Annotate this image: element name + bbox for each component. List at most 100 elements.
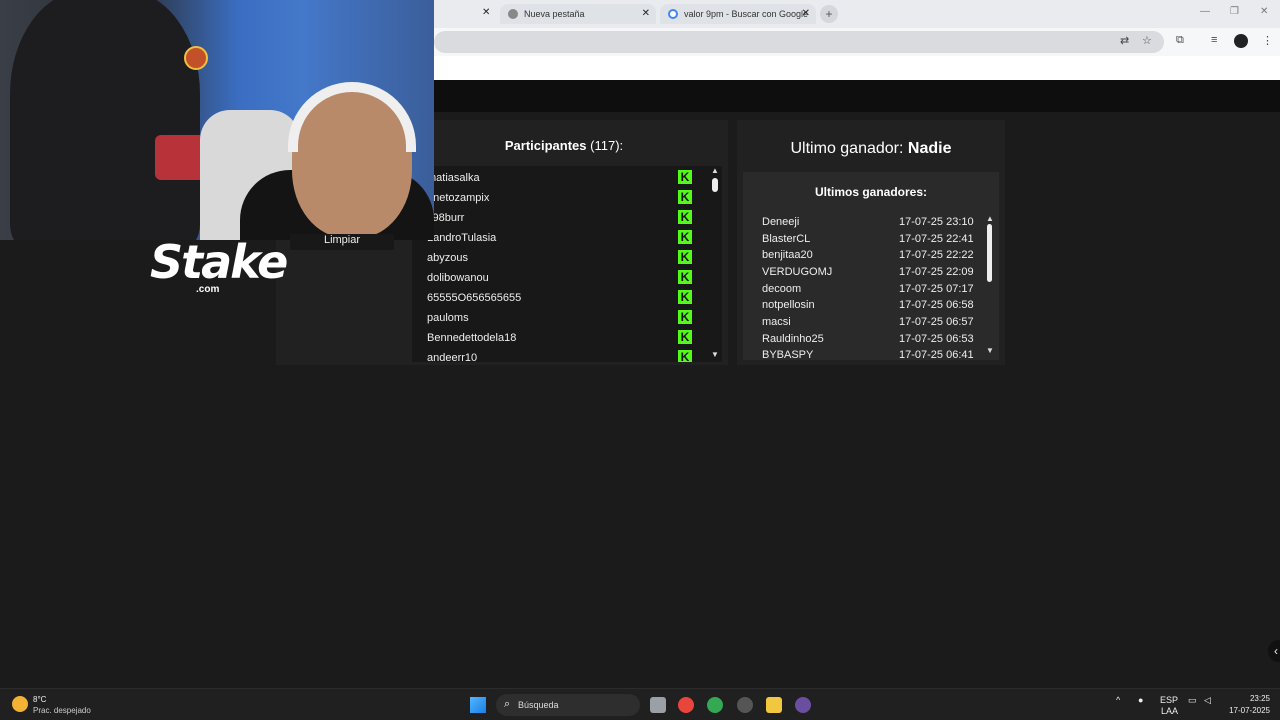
search-placeholder: Búsqueda (518, 700, 559, 710)
profile-avatar[interactable] (1234, 34, 1248, 48)
tab-close-button[interactable]: ✕ (642, 8, 650, 19)
kick-icon: K (678, 270, 692, 284)
participant-name: 65555O656565655 (427, 292, 522, 304)
participant-name: LandroTulasia (427, 232, 497, 244)
volume-icon[interactable]: ◁ (1204, 695, 1211, 706)
scroll-up-icon[interactable]: ▲ (986, 214, 994, 223)
kick-icon: K (678, 330, 692, 344)
star-icon[interactable]: ☆ (1142, 34, 1152, 47)
scrollbar-thumb[interactable] (712, 178, 718, 192)
winner-name: BlasterCL (762, 233, 811, 245)
list-item: andeerr10 K (412, 347, 708, 362)
participants-title: Participantes (117): (434, 138, 694, 153)
language-code[interactable]: ESP (1160, 695, 1178, 705)
media-player-icon[interactable] (795, 697, 811, 713)
app-icon[interactable] (737, 697, 753, 713)
tab-close-button[interactable]: ✕ (802, 8, 810, 19)
winner-name: BYBASPY (762, 349, 814, 360)
table-row: macsi 17-07-25 06:57 (743, 314, 983, 330)
kick-icon: K (678, 230, 692, 244)
menu-icon[interactable]: ⋮ (1262, 34, 1273, 47)
list-item: k98burr K (412, 207, 708, 227)
tab-title: Nueva pestaña (524, 9, 585, 19)
windows-start-icon[interactable] (470, 697, 486, 713)
webcam-badge (184, 46, 208, 70)
winner-name: Deneeji (762, 216, 800, 228)
extensions-icon[interactable]: ⧉ (1176, 34, 1184, 47)
file-explorer-icon[interactable] (766, 697, 782, 713)
scroll-down-icon[interactable]: ▼ (711, 350, 719, 359)
clock-date[interactable]: 17-07-2025 (1222, 706, 1270, 715)
task-view-icon[interactable] (650, 697, 666, 713)
participants-list[interactable]: matiasalka K anetozampix K k98burr K Landro… (412, 166, 722, 362)
winner-name: VERDUGOMJ (762, 266, 833, 278)
maximize-icon[interactable]: ❐ (1230, 6, 1239, 17)
minimize-icon[interactable]: — (1200, 6, 1210, 17)
last-winner-name: Nadie (907, 140, 952, 157)
winners-scrollbar[interactable]: ▲ ▼ (985, 214, 995, 358)
table-row: decoom 17-07-25 07:17 (743, 281, 983, 297)
microphone-icon[interactable]: ● (1138, 695, 1143, 705)
media-icon[interactable]: ≡ (1211, 34, 1217, 46)
participant-name: dolibowanou (427, 272, 489, 284)
kick-icon: K (678, 290, 692, 304)
network-icon[interactable]: ▭ (1188, 695, 1197, 706)
winner-name: macsi (762, 316, 791, 328)
language-layout[interactable]: LAA (1161, 706, 1178, 716)
winner-date: 17-07-25 06:58 (899, 299, 974, 311)
close-window-icon[interactable]: ✕ (1260, 6, 1268, 17)
translate-icon[interactable]: ⇄ (1120, 34, 1129, 47)
taskbar-search[interactable]: ⌕ Búsqueda (496, 694, 640, 716)
list-item: LandroTulasia K (412, 227, 708, 247)
webcam-headset (288, 82, 416, 152)
participant-name: abyzous (427, 252, 468, 264)
tab-title: valor 9pm - Buscar con Google (684, 9, 809, 19)
table-row: benjitaa20 17-07-25 22:22 (743, 247, 983, 263)
chevron-up-icon[interactable]: ^ (1116, 695, 1120, 705)
last-winner-label: Ultimo ganador: (790, 140, 904, 157)
winner-date: 17-07-25 06:41 (899, 349, 974, 360)
google-icon (668, 9, 678, 19)
chevron-left-icon[interactable]: ‹ (1268, 640, 1280, 662)
winner-name: notpellosin (762, 299, 815, 311)
tab-close-button[interactable]: ✕ (482, 7, 490, 18)
list-item: dolibowanou K (412, 267, 708, 287)
kick-icon: K (678, 310, 692, 324)
stake-logo-suffix: .com (196, 284, 220, 295)
winner-name: benjitaa20 (762, 249, 813, 261)
weather-icon[interactable] (12, 696, 28, 712)
weather-temp: 8°C (33, 695, 47, 704)
stake-logo-word: Stake (150, 235, 288, 289)
participant-name: andeerr10 (427, 352, 478, 362)
tab-google-search[interactable]: valor 9pm - Buscar con Google ✕ (660, 4, 816, 24)
tab-nueva-pestana[interactable]: Nueva pestaña ✕ (500, 4, 656, 24)
new-tab-button[interactable]: + (820, 5, 838, 23)
chrome-icon[interactable] (678, 697, 694, 713)
participant-name: Bennedettodela18 (427, 332, 517, 344)
winners-list-box: Ultimos ganadores: Deneeji 17-07-25 23:10… (743, 172, 999, 360)
participant-name: matiasalka (427, 172, 480, 184)
participant-name: anetozampix (427, 192, 490, 204)
address-bar[interactable] (434, 31, 1164, 53)
clear-button[interactable]: Limpiar (290, 234, 394, 250)
participants-count: (117): (590, 138, 624, 153)
scroll-up-icon[interactable]: ▲ (711, 166, 719, 175)
list-item: matiasalka K (412, 167, 708, 187)
winner-date: 17-07-25 07:17 (899, 283, 974, 295)
site-navbar (434, 80, 1280, 112)
webcam-person (10, 0, 200, 240)
scrollbar-thumb[interactable] (987, 224, 992, 282)
participant-name: pauloms (427, 312, 469, 324)
winner-name: Rauldinho25 (762, 333, 824, 345)
participants-label: Participantes (504, 138, 587, 153)
list-item: 65555O656565655 K (412, 287, 708, 307)
scroll-down-icon[interactable]: ▼ (986, 346, 994, 355)
participants-scrollbar[interactable]: ▲ ▼ (710, 166, 722, 362)
winner-date: 17-07-25 06:57 (899, 316, 974, 328)
kick-icon: K (678, 170, 692, 184)
winner-date: 17-07-25 22:22 (899, 249, 974, 261)
chrome-icon[interactable] (707, 697, 723, 713)
table-row: Deneeji 17-07-25 23:10 (743, 214, 983, 230)
winner-date: 17-07-25 23:10 (899, 216, 974, 228)
clock-time[interactable]: 23:25 (1240, 694, 1270, 703)
